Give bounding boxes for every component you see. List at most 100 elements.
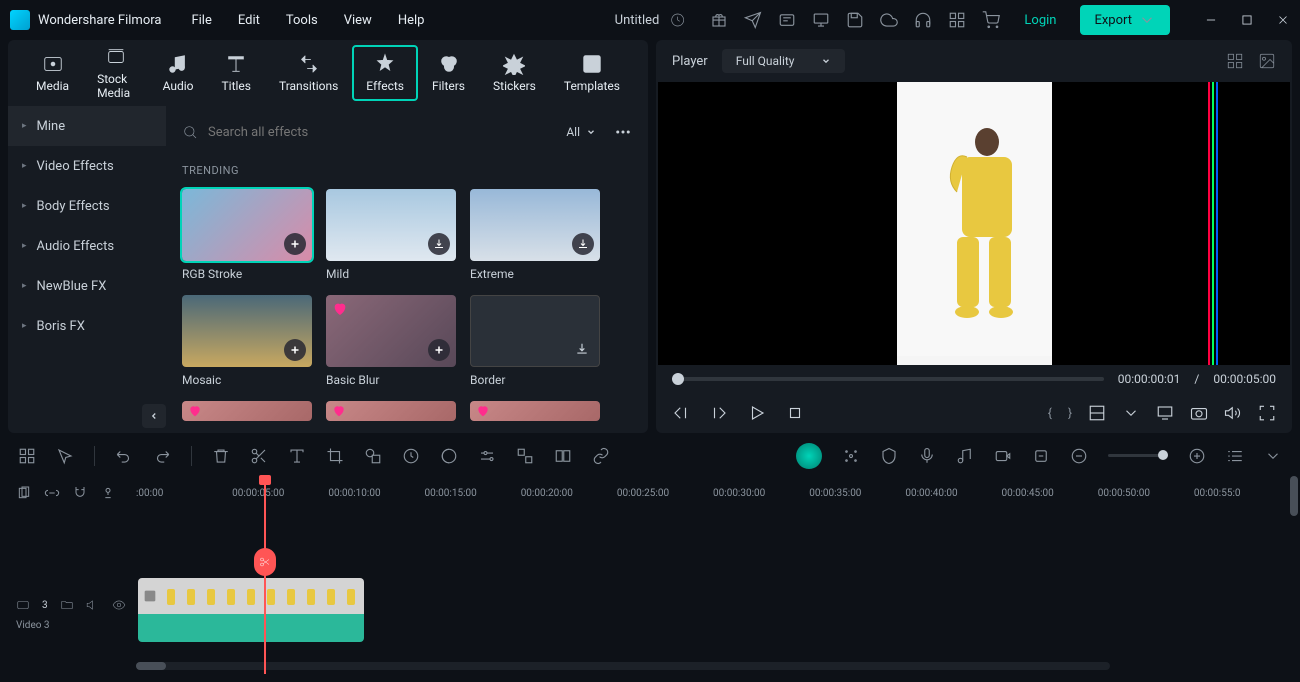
cursor-icon[interactable] (56, 447, 74, 465)
sparkle-icon[interactable] (842, 447, 860, 465)
filter-dropdown[interactable]: All (558, 121, 604, 143)
track-folder-icon[interactable] (60, 598, 74, 612)
undo-icon[interactable] (115, 447, 133, 465)
adjust-icon[interactable] (478, 447, 496, 465)
split-icon[interactable] (554, 447, 572, 465)
vertical-scrollbar[interactable] (1290, 476, 1298, 516)
speed-icon[interactable] (402, 447, 420, 465)
collapse-sidebar-button[interactable] (142, 404, 166, 428)
menu-file[interactable]: File (191, 13, 211, 28)
shape-icon[interactable] (364, 447, 382, 465)
track-visible-icon[interactable] (112, 598, 126, 612)
timeline-ruler[interactable]: :00:00 00:00:05:00 00:00:10:00 00:00:15:… (136, 488, 1290, 518)
horizontal-scrollbar[interactable] (136, 662, 1110, 670)
link-icon[interactable] (592, 447, 610, 465)
sidebar-item-video-effects[interactable]: Video Effects (8, 146, 166, 186)
effect-card[interactable]: Mild (326, 189, 456, 281)
prev-frame-icon[interactable] (672, 404, 690, 422)
quality-dropdown[interactable]: Full Quality (722, 49, 845, 73)
sidebar-item-newblue-fx[interactable]: NewBlue FX (8, 266, 166, 306)
menu-edit[interactable]: Edit (238, 13, 260, 28)
cloud-sync-icon[interactable] (669, 12, 685, 28)
sidebar-item-body-effects[interactable]: Body Effects (8, 186, 166, 226)
audio-icon[interactable] (956, 447, 974, 465)
redo-icon[interactable] (153, 447, 171, 465)
sidebar-item-mine[interactable]: Mine (8, 106, 166, 146)
add-icon[interactable] (428, 339, 450, 361)
chevron-down-icon[interactable] (1122, 404, 1140, 422)
grid-icon[interactable] (18, 447, 36, 465)
volume-icon[interactable] (1224, 404, 1242, 422)
cut-icon[interactable] (250, 447, 268, 465)
scrub-slider[interactable] (672, 377, 1104, 381)
brace-open[interactable]: { (1048, 406, 1052, 420)
login-link[interactable]: Login (1016, 9, 1064, 32)
menu-view[interactable]: View (344, 13, 372, 28)
camera-icon[interactable] (1190, 404, 1208, 422)
track-mute-icon[interactable] (86, 598, 100, 612)
fullscreen-icon[interactable] (1258, 404, 1276, 422)
effect-card[interactable]: Basic Blur (326, 295, 456, 387)
preview-viewport[interactable] (658, 82, 1290, 365)
playhead[interactable] (264, 478, 266, 674)
grid-view-icon[interactable] (1226, 52, 1244, 70)
effect-card[interactable] (470, 401, 600, 421)
gift-icon[interactable] (710, 11, 728, 29)
tab-audio[interactable]: Audio (149, 45, 208, 101)
tab-media[interactable]: Media (22, 45, 83, 101)
color-icon[interactable] (440, 447, 458, 465)
video-clip[interactable] (138, 578, 364, 642)
ai-assistant-icon[interactable] (796, 443, 822, 469)
image-icon[interactable] (1258, 52, 1276, 70)
export-button[interactable]: Export (1080, 5, 1170, 35)
timeline-magnet-icon[interactable] (72, 485, 88, 501)
sidebar-item-boris-fx[interactable]: Boris FX (8, 306, 166, 346)
menu-help[interactable]: Help (398, 13, 425, 28)
desktop-icon[interactable] (812, 11, 830, 29)
chevron-down-icon[interactable] (1264, 447, 1282, 465)
layout-icon[interactable] (1088, 404, 1106, 422)
tab-filters[interactable]: Filters (418, 45, 479, 101)
stop-icon[interactable] (786, 404, 804, 422)
tab-stock-media[interactable]: Stock Media (83, 38, 149, 108)
timeline-link-icon[interactable] (44, 485, 60, 501)
record-icon[interactable] (994, 447, 1012, 465)
tab-transitions[interactable]: Transitions (265, 45, 352, 101)
zoom-out-icon[interactable] (1070, 447, 1088, 465)
delete-icon[interactable] (212, 447, 230, 465)
headphones-icon[interactable] (914, 11, 932, 29)
maximize-icon[interactable] (1240, 13, 1254, 27)
tab-templates[interactable]: Templates (550, 45, 634, 101)
mic-icon[interactable] (918, 447, 936, 465)
timeline-copy-icon[interactable] (16, 485, 32, 501)
close-icon[interactable] (1276, 13, 1290, 27)
cut-marker-icon[interactable] (254, 548, 276, 576)
zoom-in-icon[interactable] (1188, 447, 1206, 465)
cloud-icon[interactable] (880, 11, 898, 29)
tab-stickers[interactable]: Stickers (479, 45, 550, 101)
effect-card[interactable]: Extreme (470, 189, 600, 281)
zoom-slider[interactable] (1108, 454, 1168, 457)
shield-icon[interactable] (880, 447, 898, 465)
tab-effects[interactable]: Effects (352, 45, 418, 101)
add-icon[interactable] (284, 339, 306, 361)
group-icon[interactable] (516, 447, 534, 465)
effect-card[interactable]: Mosaic (182, 295, 312, 387)
download-icon[interactable] (428, 233, 450, 255)
tab-titles[interactable]: Titles (207, 45, 264, 101)
menu-tools[interactable]: Tools (286, 13, 318, 28)
minimize-icon[interactable] (1204, 13, 1218, 27)
marker-icon[interactable] (1032, 447, 1050, 465)
timeline-auto-icon[interactable] (100, 485, 116, 501)
monitor-icon[interactable] (1156, 404, 1174, 422)
text-icon[interactable] (288, 447, 306, 465)
effect-card[interactable]: Border (470, 295, 600, 387)
list-icon[interactable] (1226, 447, 1244, 465)
brace-close[interactable]: } (1068, 406, 1072, 420)
cart-icon[interactable] (982, 11, 1000, 29)
sidebar-item-audio-effects[interactable]: Audio Effects (8, 226, 166, 266)
add-icon[interactable] (284, 233, 306, 255)
next-frame-icon[interactable] (710, 404, 728, 422)
save-icon[interactable] (846, 11, 864, 29)
effect-card[interactable]: RGB Stroke (182, 189, 312, 281)
